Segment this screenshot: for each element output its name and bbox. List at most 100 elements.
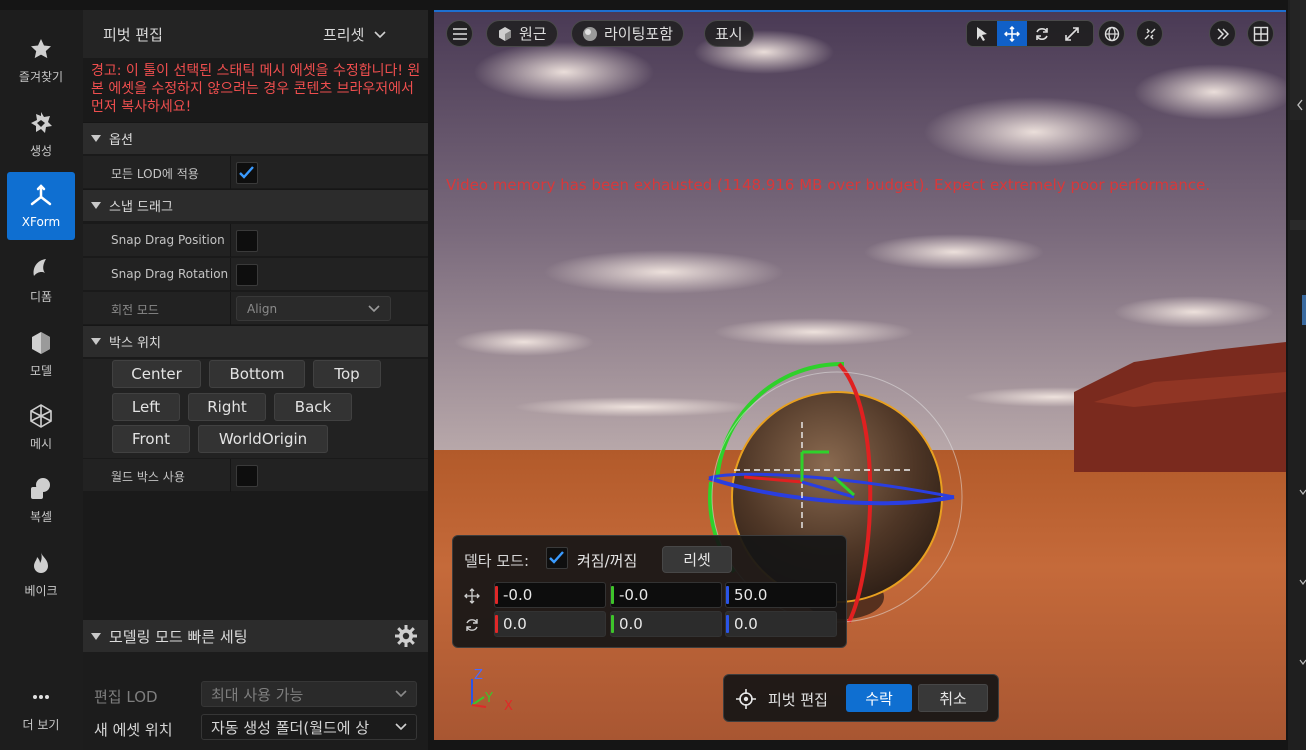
cancel-button[interactable]: 취소 bbox=[918, 684, 988, 712]
box-right-button[interactable]: Right bbox=[188, 393, 266, 421]
delta-mode-checkbox[interactable] bbox=[546, 547, 568, 569]
box-center-button[interactable]: Center bbox=[112, 360, 201, 388]
box-front-button[interactable]: Front bbox=[112, 425, 190, 453]
box-left-button[interactable]: Left bbox=[112, 393, 180, 421]
outliner-panel-edge bbox=[1288, 0, 1306, 750]
modify-asset-warning: 경고: 이 툴이 선택된 스태틱 메시 에셋을 수정합니다! 원본 에셋을 수정… bbox=[91, 63, 421, 115]
pivot-accept-bar: 피벗 편집 수락 취소 bbox=[723, 674, 999, 722]
bake-icon bbox=[28, 550, 54, 576]
surface-snap-button[interactable] bbox=[1136, 20, 1163, 47]
options-section-header[interactable]: 옵션 bbox=[83, 122, 428, 154]
expand-toolbar-button[interactable] bbox=[1209, 20, 1236, 47]
cube-icon bbox=[499, 26, 511, 41]
rail-label: 디폼 bbox=[29, 289, 53, 304]
translate-x-value: -0.0 bbox=[503, 586, 533, 604]
level-viewport[interactable]: 원근 라이팅포함 표시 Video memory has been exhaus… bbox=[434, 10, 1286, 740]
create-icon bbox=[28, 110, 54, 136]
collapse-arrow-icon bbox=[83, 632, 109, 640]
quick-settings-header[interactable]: 모델링 모드 빠른 세팅 bbox=[83, 620, 428, 652]
apply-all-lod-checkbox[interactable] bbox=[236, 162, 258, 184]
edit-lod-dropdown[interactable]: 최대 사용 가능 bbox=[201, 681, 417, 707]
column-divider bbox=[230, 258, 231, 291]
rail-item-model[interactable]: 모델 bbox=[7, 320, 75, 388]
z-axis-marker bbox=[726, 615, 729, 633]
snap-drag-position-label: Snap Drag Position bbox=[111, 233, 225, 247]
translate-x-field[interactable]: -0.0 bbox=[494, 582, 606, 608]
scale-tool-button[interactable] bbox=[1057, 21, 1087, 46]
rotate-y-field[interactable]: 0.0 bbox=[610, 611, 722, 637]
rotate-z-value: 0.0 bbox=[734, 615, 758, 633]
preset-dropdown[interactable]: 프리셋 bbox=[323, 24, 386, 45]
rail-item-xform[interactable]: XForm bbox=[7, 172, 75, 240]
new-asset-location-dropdown[interactable]: 자동 생성 폴더(월드에 상 bbox=[201, 714, 417, 740]
new-asset-location-value: 자동 생성 폴더(월드에 상 bbox=[211, 718, 370, 737]
box-worldorigin-button[interactable]: WorldOrigin bbox=[198, 425, 328, 453]
gear-icon[interactable] bbox=[394, 624, 418, 648]
video-memory-warning: Video memory has been exhausted (1148.91… bbox=[446, 176, 1211, 194]
deform-icon bbox=[28, 256, 54, 282]
y-axis-marker bbox=[611, 586, 614, 604]
snap-drag-rotation-checkbox[interactable] bbox=[236, 264, 258, 286]
hamburger-icon bbox=[452, 27, 467, 40]
column-divider bbox=[230, 459, 231, 492]
box-position-buttons: Center Bottom Top Left Right Back Front … bbox=[83, 359, 428, 458]
rail-item-bake[interactable]: 베이크 bbox=[7, 540, 75, 608]
coordinate-space-button[interactable] bbox=[1098, 20, 1125, 47]
rotation-mode-dropdown[interactable]: Align bbox=[236, 296, 391, 321]
perspective-label: 원근 bbox=[519, 25, 547, 43]
quick-settings: 모델링 모드 빠른 세팅 편집 LOD 최대 사용 가능 새 에셋 위치 자동 … bbox=[83, 620, 428, 750]
move-icon bbox=[464, 588, 480, 608]
accept-button[interactable]: 수락 bbox=[846, 684, 912, 712]
snap-drag-rotation-row: Snap Drag Rotation bbox=[83, 257, 428, 291]
column-divider bbox=[230, 292, 231, 325]
rail-label: 메시 bbox=[29, 436, 53, 451]
chevron-down-icon bbox=[395, 690, 407, 698]
new-asset-location-row: 새 에셋 위치 자동 생성 폴더(월드에 상 bbox=[83, 711, 428, 745]
box-top-button[interactable]: Top bbox=[313, 360, 381, 388]
apply-all-lod-label: 모든 LOD에 적용 bbox=[111, 167, 199, 181]
transform-tools-group bbox=[966, 20, 1094, 47]
delta-reset-button[interactable]: 리셋 bbox=[662, 546, 732, 573]
delta-mode-label: 델타 모드: bbox=[464, 552, 530, 570]
rail-item-deform[interactable]: 디폼 bbox=[7, 246, 75, 314]
show-flags-button[interactable]: 표시 bbox=[704, 20, 754, 47]
viewport-layout-button[interactable] bbox=[1247, 20, 1274, 47]
rotate-x-field[interactable]: 0.0 bbox=[494, 611, 606, 637]
perspective-button[interactable]: 원근 bbox=[486, 20, 558, 47]
globe-icon bbox=[1104, 26, 1119, 41]
delta-onoff-label: 켜짐/꺼짐 bbox=[577, 552, 638, 570]
rail-item-voxel[interactable]: 복셀 bbox=[7, 466, 75, 534]
layout-grid-icon bbox=[1253, 26, 1268, 41]
box-bottom-button[interactable]: Bottom bbox=[209, 360, 305, 388]
column-divider bbox=[230, 156, 231, 189]
viewport-menu-button[interactable] bbox=[446, 20, 473, 47]
rail-more-button[interactable]: 더 보기 bbox=[7, 674, 75, 742]
rotate-z-field[interactable]: 0.0 bbox=[725, 611, 837, 637]
translate-y-field[interactable]: -0.0 bbox=[610, 582, 722, 608]
translate-z-field[interactable]: 50.0 bbox=[725, 582, 837, 608]
rail-item-favorites[interactable]: 즐겨찾기 bbox=[7, 26, 75, 94]
panel-header: 피벗 편집 프리셋 bbox=[83, 10, 428, 58]
lighting-mode-button[interactable]: 라이팅포함 bbox=[571, 20, 685, 47]
details-panel: 피벗 편집 프리셋 경고: 이 툴이 선택된 스태틱 메시 에셋을 수정합니다!… bbox=[83, 10, 428, 750]
model-icon bbox=[28, 330, 54, 356]
world-box-checkbox[interactable] bbox=[236, 465, 258, 487]
rail-label: 즐겨찾기 bbox=[18, 69, 64, 84]
rail-item-mesh[interactable]: 메시 bbox=[7, 393, 75, 461]
snap-drag-section-header[interactable]: 스냅 드래그 bbox=[83, 189, 428, 221]
translate-tool-button[interactable] bbox=[997, 21, 1027, 46]
checkmark-icon bbox=[549, 551, 564, 564]
mesh-icon bbox=[28, 403, 54, 429]
rotate-tool-button[interactable] bbox=[1027, 21, 1057, 46]
translate-z-value: 50.0 bbox=[734, 586, 768, 604]
box-back-button[interactable]: Back bbox=[274, 393, 352, 421]
section-title: 박스 위치 bbox=[109, 336, 161, 351]
rail-item-create[interactable]: 생성 bbox=[7, 100, 75, 168]
translate-y-value: -0.0 bbox=[619, 586, 649, 604]
select-tool-button[interactable] bbox=[967, 21, 997, 46]
snap-drag-position-checkbox[interactable] bbox=[236, 230, 258, 252]
y-axis-marker bbox=[611, 615, 614, 633]
checkmark-icon bbox=[239, 166, 254, 179]
box-position-section-header[interactable]: 박스 위치 bbox=[83, 325, 428, 357]
collapse-arrow-icon bbox=[83, 202, 109, 209]
